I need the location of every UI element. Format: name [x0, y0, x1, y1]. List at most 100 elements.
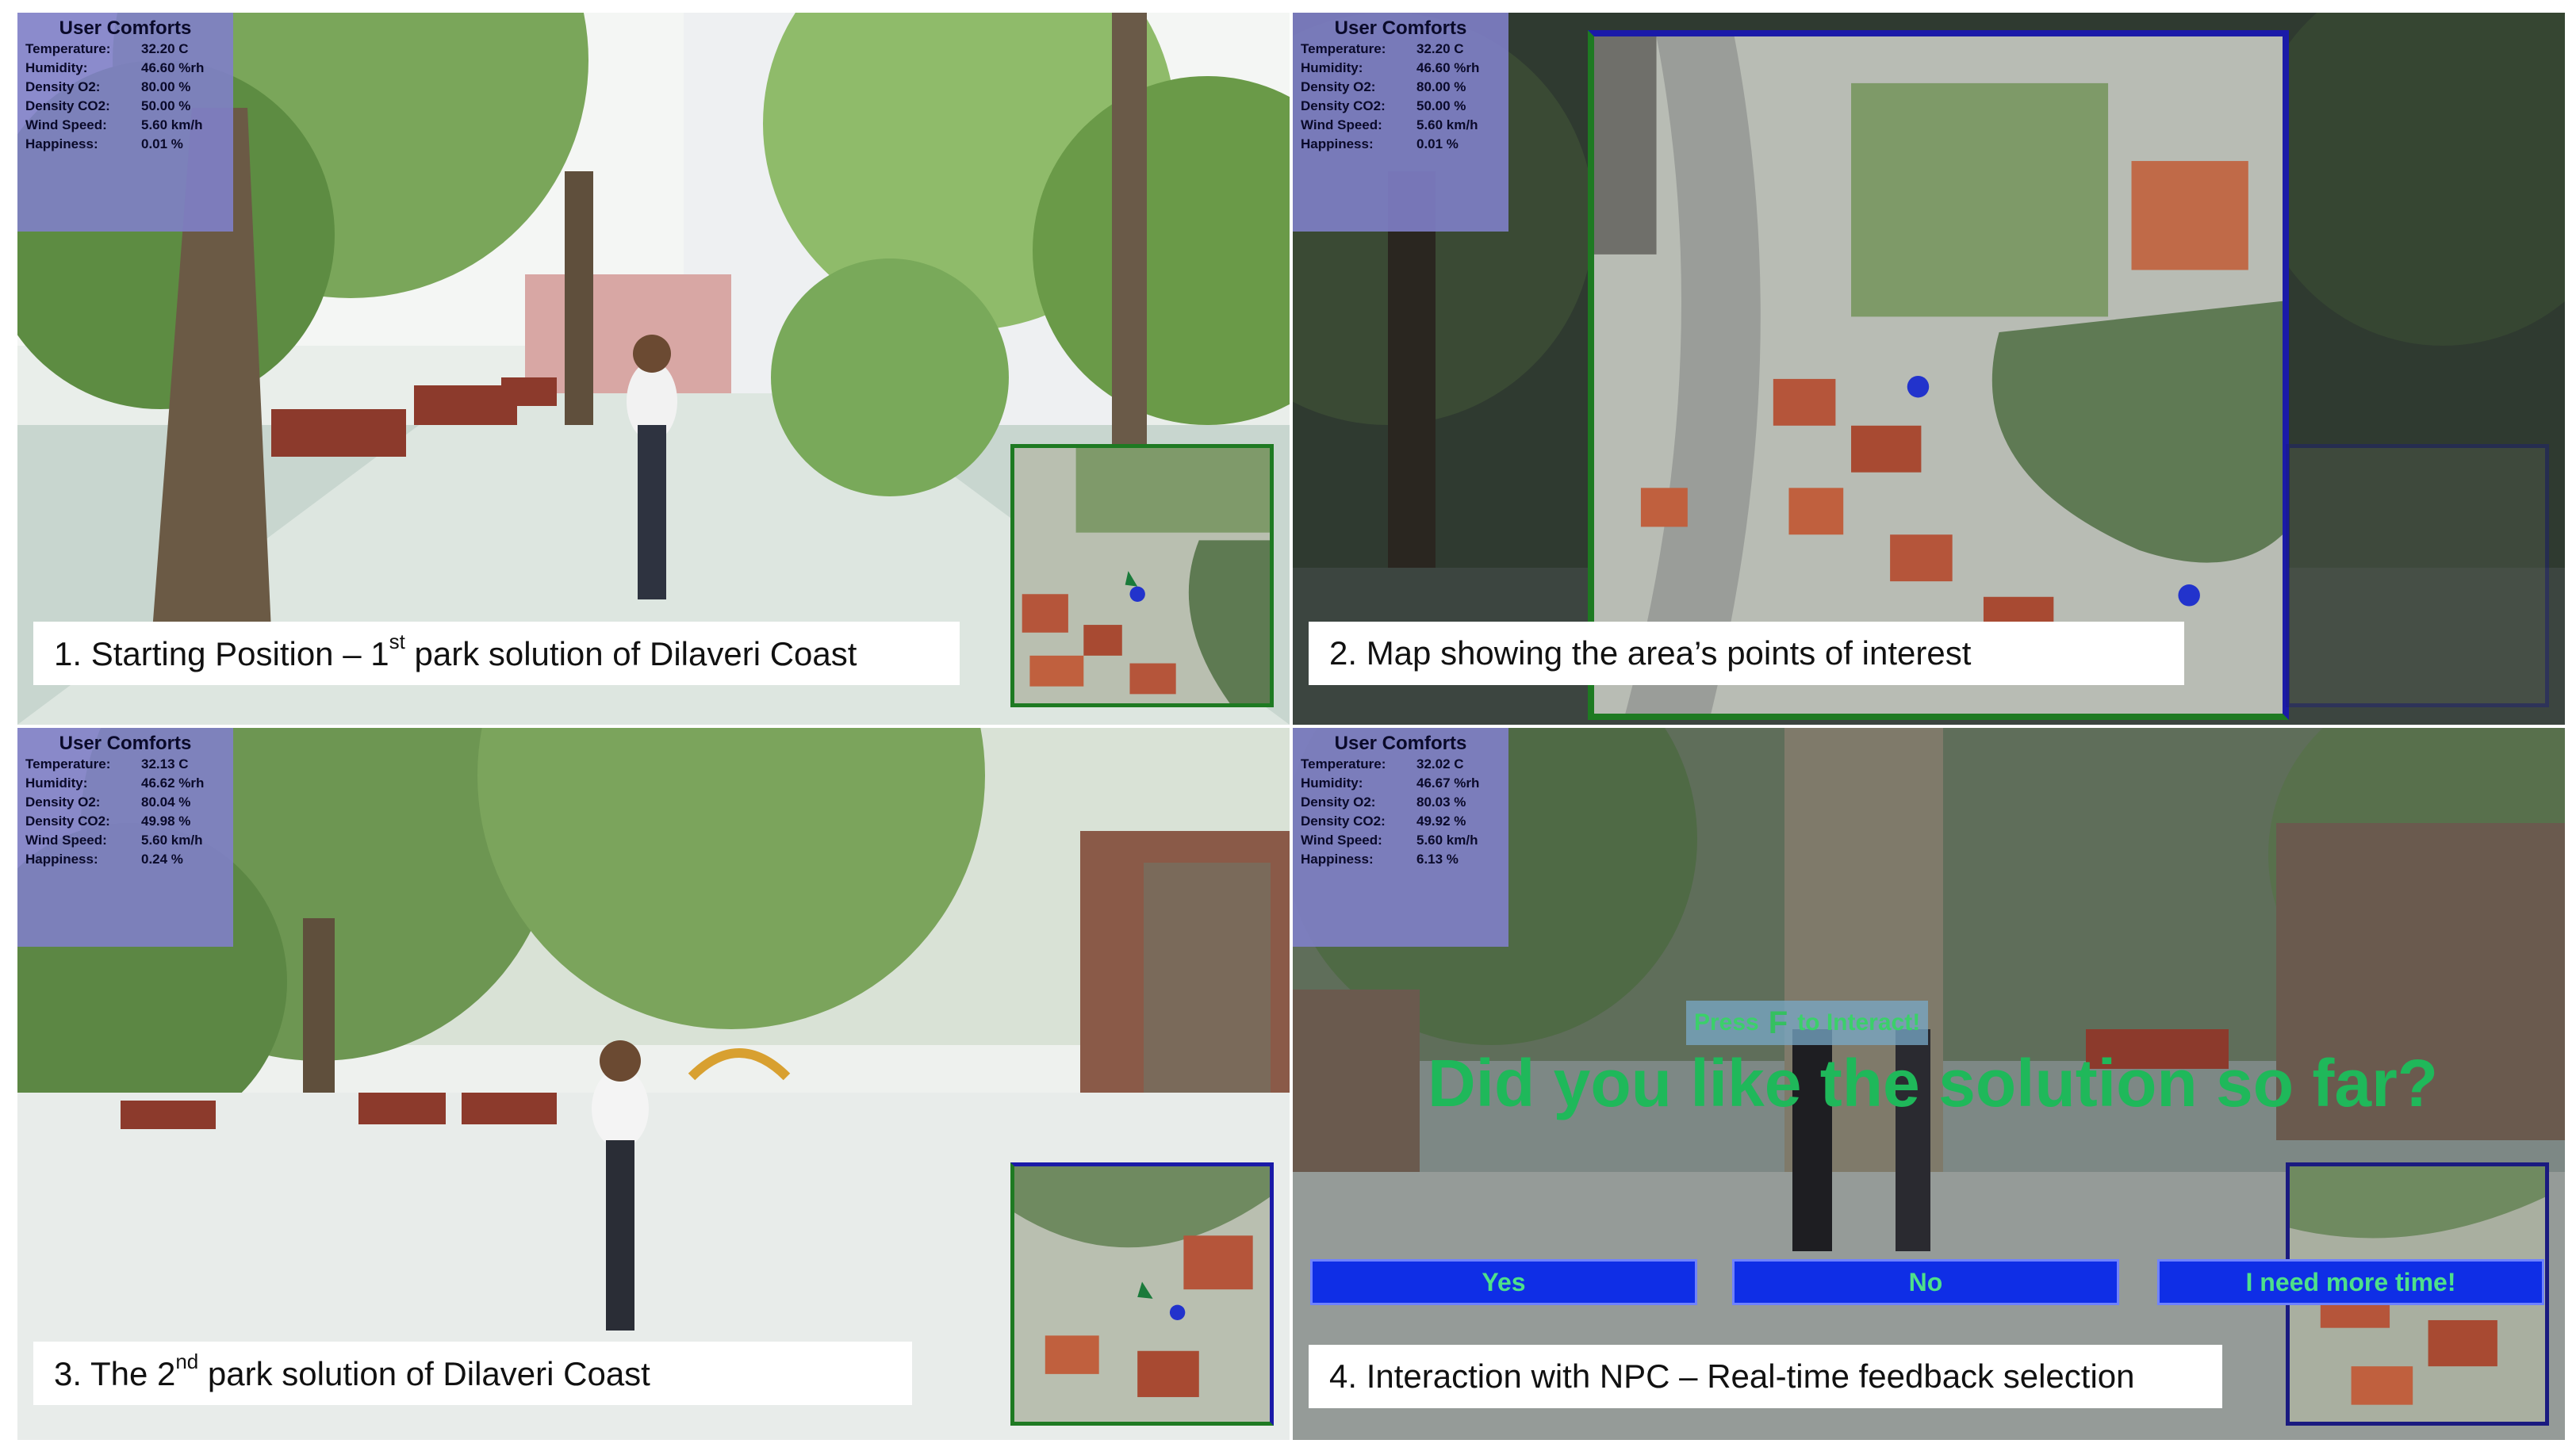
- stat-value: 0.01 %: [1416, 136, 1459, 151]
- stat-value: 46.60 %rh: [1416, 60, 1480, 75]
- stat-label: Density CO2:: [25, 814, 110, 829]
- npc-question: Did you like the solution so far?: [1428, 1046, 2439, 1120]
- stat-value: 49.98 %: [141, 814, 191, 829]
- stat-density-o2: Density O2: 80.04 %: [17, 793, 233, 812]
- stat-label: Humidity:: [1301, 60, 1363, 75]
- stat-value: 80.00 %: [141, 79, 191, 94]
- stat-label: Temperature:: [1301, 41, 1386, 56]
- stat-density-o2: Density O2: 80.03 %: [1293, 793, 1508, 812]
- stat-value: 6.13 %: [1416, 852, 1459, 867]
- minimap[interactable]: [1010, 444, 1274, 707]
- stat-happiness: Happiness: 0.01 %: [1293, 135, 1508, 154]
- stat-density-co2: Density CO2: 50.00 %: [1293, 97, 1508, 116]
- stat-label: Happiness:: [25, 852, 98, 867]
- option-yes-button[interactable]: Yes: [1310, 1259, 1697, 1305]
- stat-label: Density O2:: [1301, 795, 1376, 810]
- stat-label: Humidity:: [25, 775, 88, 791]
- stat-label: Humidity:: [1301, 775, 1363, 791]
- minimap-terrain: [1014, 448, 1270, 703]
- panel-4-npc-interaction: User Comforts Temperature: 32.02 C Humidi…: [1293, 728, 2565, 1440]
- stat-label: Density O2:: [25, 79, 101, 94]
- panel-2-map-view: User Comforts Temperature: 32.20 C Humidi…: [1293, 13, 2565, 725]
- minimap[interactable]: [2286, 444, 2549, 707]
- prompt-action-text: to Interact!: [1797, 1009, 1921, 1036]
- panel-caption: 4. Interaction with NPC – Real-time feed…: [1309, 1345, 2222, 1408]
- panel-1-starting-position: User Comforts Temperature: 32.20 C Humidi…: [17, 13, 1290, 725]
- stat-density-o2: Density O2: 80.00 %: [1293, 78, 1508, 97]
- stat-label: Density CO2:: [25, 98, 110, 113]
- stat-value: 50.00 %: [1416, 98, 1466, 113]
- stat-density-co2: Density CO2: 49.92 %: [1293, 812, 1508, 831]
- stat-happiness: Happiness: 0.01 %: [17, 135, 233, 154]
- stat-label: Density O2:: [25, 795, 101, 810]
- stat-value: 5.60 km/h: [1416, 117, 1478, 132]
- stat-label: Temperature:: [1301, 756, 1386, 772]
- expanded-map[interactable]: [1588, 30, 2289, 720]
- interact-prompt: Press F to Interact!: [1686, 1001, 1929, 1045]
- stat-label: Temperature:: [25, 41, 111, 56]
- user-comforts-panel: User Comforts Temperature: 32.20 C Humidi…: [17, 13, 233, 232]
- stat-value: 46.62 %rh: [141, 775, 205, 791]
- option-need-more-time-button[interactable]: I need more time!: [2157, 1259, 2544, 1305]
- stat-value: 32.20 C: [141, 41, 189, 56]
- stat-humidity: Humidity: 46.60 %rh: [17, 59, 233, 78]
- minimap-terrain: [2290, 448, 2545, 703]
- stat-value: 32.13 C: [141, 756, 189, 772]
- prompt-press-text: Press: [1694, 1009, 1759, 1036]
- stat-label: Density O2:: [1301, 79, 1376, 94]
- key-f-icon: F: [1768, 1005, 1788, 1040]
- caption-text: 4. Interaction with NPC – Real-time feed…: [1329, 1357, 2135, 1395]
- stat-value: 5.60 km/h: [141, 833, 203, 848]
- stat-temperature: Temperature: 32.20 C: [1293, 40, 1508, 59]
- stat-temperature: Temperature: 32.13 C: [17, 755, 233, 774]
- stat-wind-speed: Wind Speed: 5.60 km/h: [1293, 116, 1508, 135]
- user-comforts-panel: User Comforts Temperature: 32.13 C Humidi…: [17, 728, 233, 947]
- stat-value: 80.03 %: [1416, 795, 1466, 810]
- stat-wind-speed: Wind Speed: 5.60 km/h: [1293, 831, 1508, 850]
- caption-text: 3. The 2nd park solution of Dilaveri Coa…: [54, 1349, 650, 1392]
- stat-temperature: Temperature: 32.20 C: [17, 40, 233, 59]
- stat-label: Happiness:: [25, 136, 98, 151]
- stat-wind-speed: Wind Speed: 5.60 km/h: [17, 116, 233, 135]
- stat-label: Wind Speed:: [25, 117, 107, 132]
- stat-humidity: Humidity: 46.67 %rh: [1293, 774, 1508, 793]
- user-comforts-title: User Comforts: [1334, 733, 1467, 754]
- minimap[interactable]: [1010, 1162, 1274, 1426]
- stat-temperature: Temperature: 32.02 C: [1293, 755, 1508, 774]
- stat-label: Happiness:: [1301, 852, 1374, 867]
- panel-caption: 1. Starting Position – 1st park solution…: [33, 622, 960, 685]
- caption-text: 2. Map showing the area’s points of inte…: [1329, 634, 1972, 672]
- stat-value: 49.92 %: [1416, 814, 1466, 829]
- stat-humidity: Humidity: 46.60 %rh: [1293, 59, 1508, 78]
- stat-label: Wind Speed:: [1301, 833, 1382, 848]
- map-terrain: [1594, 36, 2283, 714]
- stat-density-co2: Density CO2: 49.98 %: [17, 812, 233, 831]
- stat-value: 5.60 km/h: [141, 117, 203, 132]
- stat-density-o2: Density O2: 80.00 %: [17, 78, 233, 97]
- caption-text: 1. Starting Position – 1st park solution…: [54, 629, 857, 672]
- stat-density-co2: Density CO2: 50.00 %: [17, 97, 233, 116]
- minimap-terrain: [1014, 1166, 1270, 1422]
- panel-caption: 2. Map showing the area’s points of inte…: [1309, 622, 2184, 685]
- stat-value: 32.20 C: [1416, 41, 1464, 56]
- stat-label: Temperature:: [25, 756, 111, 772]
- stat-label: Wind Speed:: [25, 833, 107, 848]
- panel-caption: 3. The 2nd park solution of Dilaveri Coa…: [33, 1342, 912, 1405]
- stat-happiness: Happiness: 0.24 %: [17, 850, 233, 869]
- stat-value: 0.24 %: [141, 852, 183, 867]
- stat-label: Wind Speed:: [1301, 117, 1382, 132]
- user-comforts-title: User Comforts: [59, 17, 192, 39]
- stat-wind-speed: Wind Speed: 5.60 km/h: [17, 831, 233, 850]
- stat-label: Density CO2:: [1301, 814, 1386, 829]
- stat-value: 5.60 km/h: [1416, 833, 1478, 848]
- stat-value: 32.02 C: [1416, 756, 1464, 772]
- user-comforts-title: User Comforts: [59, 733, 192, 754]
- stat-value: 80.04 %: [141, 795, 191, 810]
- stat-happiness: Happiness: 6.13 %: [1293, 850, 1508, 869]
- option-no-button[interactable]: No: [1732, 1259, 2119, 1305]
- stat-value: 46.60 %rh: [141, 60, 205, 75]
- stat-label: Density CO2:: [1301, 98, 1386, 113]
- stat-humidity: Humidity: 46.62 %rh: [17, 774, 233, 793]
- user-comforts-title: User Comforts: [1334, 17, 1467, 39]
- stat-value: 46.67 %rh: [1416, 775, 1480, 791]
